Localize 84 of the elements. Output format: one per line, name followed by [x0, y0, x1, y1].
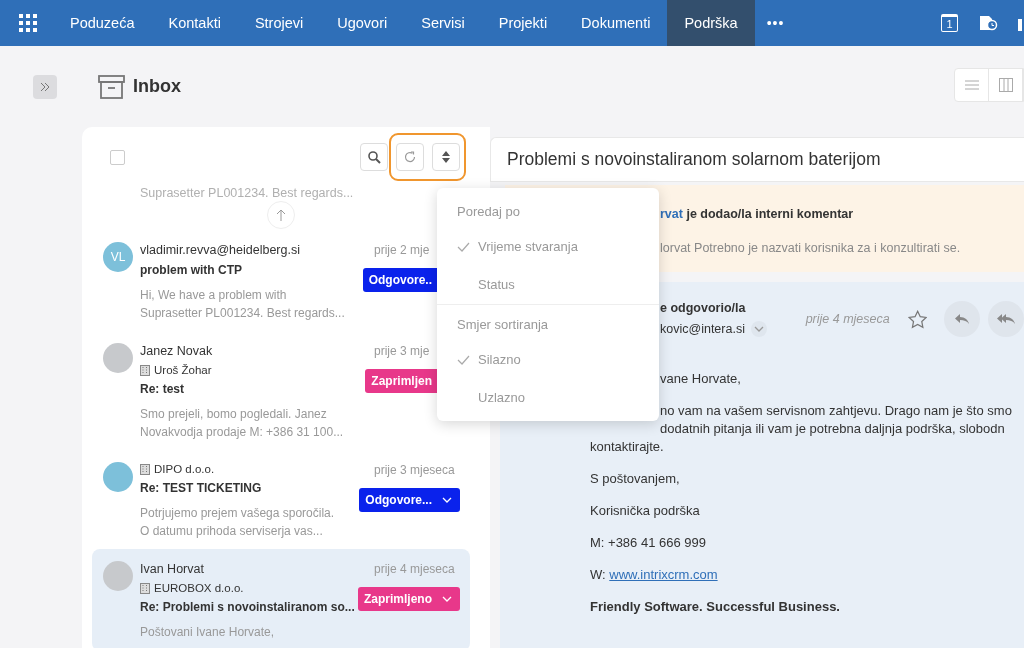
comment-heading: rvat je dodao/la interni komentar: [660, 206, 855, 223]
message-time: prije 4 mjeseca: [374, 561, 455, 578]
double-chevron-icon: [40, 81, 50, 92]
message-preview: Suprasetter PL001234. Best regards...: [140, 186, 354, 200]
nav-tab[interactable]: Kontakti: [151, 0, 238, 46]
email-text: no vam na vašem servisnom zahtjevu. Drago nam je što smo: [659, 402, 1013, 420]
message-time: prije 2 mje: [374, 242, 430, 259]
expand-sidebar-button[interactable]: [33, 74, 57, 99]
status-dropdown[interactable]: Odgovore...: [359, 488, 460, 512]
avatar: [103, 462, 133, 492]
calendar-icon[interactable]: 1: [941, 14, 958, 32]
arrow-up-icon: [276, 209, 286, 221]
message-preview: Poštovani Ivane Horvate,: [140, 624, 276, 641]
avatar: VL: [103, 242, 133, 272]
signature-line: W: www.intrixcrm.com: [590, 566, 719, 584]
scroll-up-button[interactable]: [267, 201, 295, 229]
signature-slogan: Friendly Software. Successful Business.: [590, 598, 841, 616]
photo-placeholder: [103, 343, 133, 373]
email-text: dodatnih pitanja ili vam je potrebna daljnja podrška, slobodn: [659, 420, 1006, 438]
chevron-icon: [753, 326, 764, 332]
sender-address: kovic@intera.si: [660, 321, 745, 338]
message-item[interactable]: DIPO d.o.o. Re: TEST TICKETING Potrjujemo prejem vašega sporočila. O datumu prihoda serviserja vas... prije 3 mjeseca Odgovore...: [92, 450, 470, 540]
chevron-icon: [442, 497, 452, 503]
document-clock-icon[interactable]: [978, 14, 998, 32]
author-link[interactable]: rvat: [660, 207, 683, 221]
company-name: Uroš Žohar: [154, 363, 212, 378]
select-all-checkbox[interactable]: [110, 149, 125, 165]
star-icon[interactable]: [907, 309, 927, 329]
status-dropdown[interactable]: Zaprimljeno: [358, 587, 460, 611]
refresh-button[interactable]: [396, 143, 424, 171]
photo-placeholder: [103, 561, 133, 591]
comment-text: lorvat Potrebno je nazvati korisnika za i konzultirati se.: [660, 240, 962, 257]
website-link[interactable]: www.intrixcrm.com: [609, 567, 718, 582]
message-subject: Re: TEST TICKETING: [140, 480, 263, 497]
nav-tab[interactable]: Dokumenti: [564, 0, 668, 46]
nav-tab[interactable]: Poduzeća: [53, 0, 152, 46]
more-menu[interactable]: •••: [754, 0, 797, 46]
email-text: kontaktirajte.: [590, 438, 665, 456]
nav-tab[interactable]: Podrška: [667, 0, 755, 46]
reply-heading: e odgovorio/la: [660, 300, 747, 317]
company-name: DIPO d.o.o.: [154, 462, 215, 477]
message-preview: Potrjujemo prejem vašega sporočila. O datumu prihoda serviserja vas...: [140, 505, 336, 540]
nav-tab[interactable]: Projekti: [481, 0, 565, 46]
message-preview: Hi, We have a problem with Suprasetter PL001234. Best regards...: [140, 287, 346, 322]
building-icon: [140, 582, 150, 594]
nav-tab[interactable]: Ugovori: [320, 0, 405, 46]
ticket-title: Problemi s novoinstaliranom solarnom baterijom: [490, 137, 1024, 182]
message-time: prije 3 mjeseca: [374, 462, 455, 479]
chevron-icon: [442, 596, 452, 602]
page-title: Inbox: [133, 76, 181, 97]
nav-tab[interactable]: Strojevi: [237, 0, 321, 46]
message-item[interactable]: Ivan Horvat EUROBOX d.o.o. Re: Problemi s novoinstaliranom so... Poštovani Ivane Horvate, prije 4 mjeseca Zaprimljeno: [92, 549, 470, 648]
signature-line: S poštovanjem,: [590, 470, 681, 488]
sender-name: Janez Novak: [140, 343, 214, 360]
message-subject: problem with CTP: [140, 262, 243, 279]
refresh-icon: [404, 151, 416, 163]
building-icon: [140, 364, 150, 376]
signature-line: M: +386 41 666 999: [590, 534, 707, 552]
building-icon: [140, 463, 150, 475]
menu-heading: Poredaj po: [456, 203, 521, 221]
signature-line: Korisnička podrška: [590, 502, 701, 520]
reply-all-button[interactable]: [988, 301, 1024, 337]
nav-tab[interactable]: Servisi: [404, 0, 482, 46]
search-button[interactable]: [360, 143, 388, 171]
company-name: EUROBOX d.o.o.: [154, 581, 244, 596]
archive-box-icon: [98, 74, 125, 99]
sort-option[interactable]: Vrijeme stvaranja: [437, 228, 659, 266]
reply-button[interactable]: [944, 301, 980, 337]
sender-name: Ivan Horvat: [140, 561, 205, 578]
apps-grid-icon[interactable]: [19, 14, 37, 32]
sort-button[interactable]: [432, 143, 460, 171]
menu-heading: Smjer sortiranja: [456, 316, 550, 334]
reply-all-icon: [997, 313, 1015, 325]
sender-name: vladimir.revva@heidelberg.si: [140, 242, 301, 259]
message-time: prije 3 mje: [374, 343, 430, 360]
search-icon: [367, 150, 381, 164]
reply-icon: [954, 313, 970, 325]
message-subject: Re: Problemi s novoinstaliranom so...: [140, 599, 356, 616]
details-toggle[interactable]: [750, 321, 767, 337]
email-greeting: vane Horvate,: [659, 370, 742, 388]
message-subject: Re: test: [140, 381, 185, 398]
sort-arrows-icon: [442, 151, 450, 163]
message-preview: Smo prejeli, bomo pogledali. Janez Novakvodja prodaje M: +386 31 100...: [140, 406, 345, 441]
email-time: prije 4 mjeseca: [805, 312, 890, 326]
